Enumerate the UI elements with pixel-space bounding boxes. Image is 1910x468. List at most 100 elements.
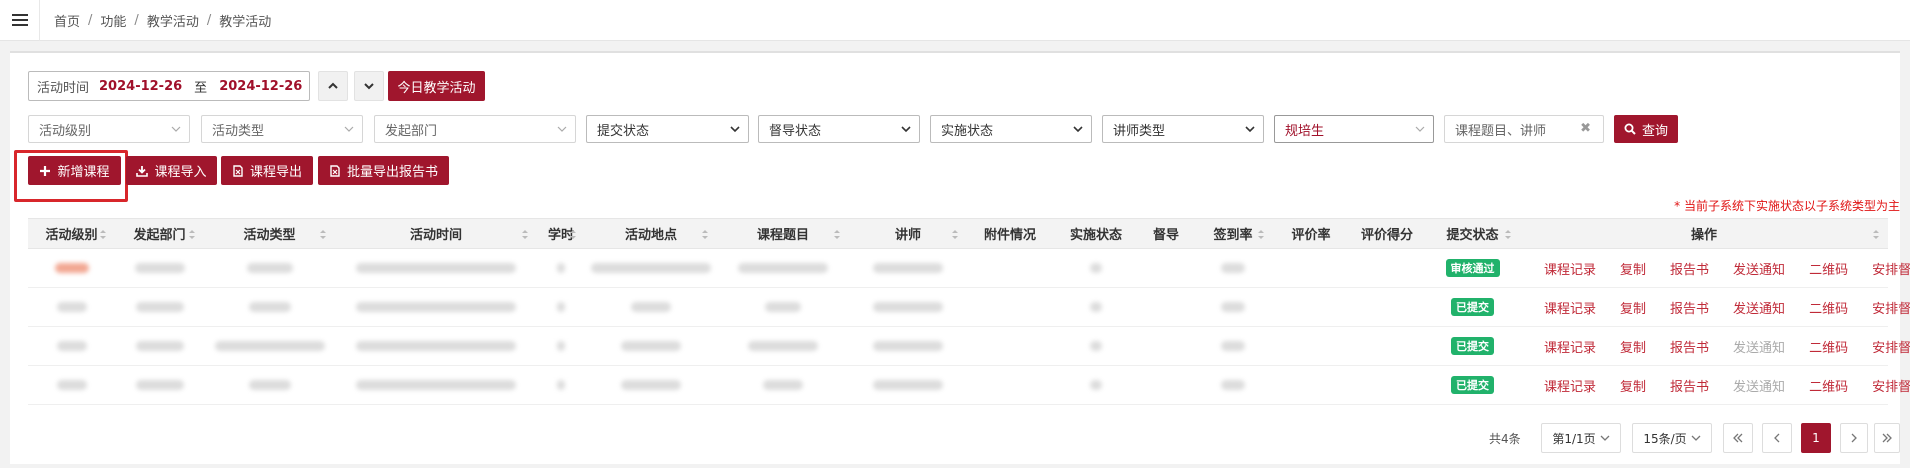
page-size-text: 15条/页: [1643, 431, 1687, 446]
col-header-signin-rate[interactable]: 签到率: [1193, 219, 1273, 248]
chevron-down-icon: [171, 126, 181, 132]
arrange-supervise-link[interactable]: 安排督导: [1872, 376, 1910, 395]
col-header-level[interactable]: 活动级别: [28, 219, 115, 248]
activity-type-select[interactable]: 活动类型: [201, 115, 363, 143]
send-notice-link[interactable]: 发送通知: [1733, 298, 1785, 317]
breadcrumb-home[interactable]: 首页: [54, 11, 80, 30]
col-header-teacher[interactable]: 讲师: [849, 219, 967, 248]
query-button[interactable]: 查询: [1614, 115, 1678, 143]
copy-link[interactable]: 复制: [1620, 376, 1646, 395]
breadcrumb-function[interactable]: 功能: [100, 11, 126, 30]
batch-export-label: 批量导出报告书: [346, 165, 438, 180]
course-record-link[interactable]: 课程记录: [1544, 259, 1596, 278]
teacher-type-select[interactable]: 讲师类型: [1102, 115, 1264, 143]
qrcode-link[interactable]: 二维码: [1809, 259, 1848, 278]
add-course-button[interactable]: 新增课程: [28, 156, 121, 185]
file-export-icon: [330, 164, 340, 177]
total-count: 共4条: [1489, 432, 1521, 446]
submit-status-select[interactable]: 提交状态: [586, 115, 749, 143]
export-course-button[interactable]: 课程导出: [221, 156, 313, 185]
page-select[interactable]: 第1/1页: [1541, 423, 1621, 453]
report-link[interactable]: 报告书: [1670, 298, 1709, 317]
teacher-type-text: 讲师类型: [1113, 123, 1166, 139]
table-header: 活动级别 发起部门 活动类型 活动时间 学时 活动地点 课程题目 讲师 附件情况…: [28, 218, 1888, 249]
chevron-down-icon: [1073, 126, 1083, 133]
sort-icon: [570, 230, 576, 239]
col-header-time[interactable]: 活动时间: [335, 219, 537, 248]
col-header-attachments: 附件情况: [983, 228, 1036, 243]
qrcode-link[interactable]: 二维码: [1809, 376, 1848, 395]
batch-export-report-button[interactable]: 批量导出报告书: [318, 156, 449, 185]
col-header-supervise: 督导: [1152, 228, 1179, 243]
supervise-status-select[interactable]: 督导状态: [758, 115, 920, 143]
send-notice-link[interactable]: 发送通知: [1733, 376, 1785, 395]
activity-level-select[interactable]: 活动级别: [28, 115, 190, 143]
col-header-dept[interactable]: 发起部门: [115, 219, 204, 248]
query-button-label: 查询: [1641, 123, 1668, 139]
col-header-course-title[interactable]: 课程题目: [717, 219, 849, 248]
table-row: 已提交 课程记录 复制 报告书 发送通知 二维码 安排督导: [28, 327, 1910, 366]
arrange-supervise-link[interactable]: 安排督导: [1872, 298, 1910, 317]
status-badge: 已提交: [1451, 298, 1494, 316]
col-header-submit-status[interactable]: 提交状态: [1425, 219, 1520, 248]
chevron-up-icon: [328, 82, 338, 89]
col-header-hours[interactable]: 学时: [537, 219, 585, 248]
send-notice-link[interactable]: 发送通知: [1733, 259, 1785, 278]
double-chevron-left-icon: [1733, 433, 1743, 443]
date-range-picker[interactable]: 活动时间 2024-12-26 至 2024-12-26: [28, 71, 310, 101]
clear-icon[interactable]: ✖: [1580, 121, 1591, 136]
qrcode-link[interactable]: 二维码: [1809, 298, 1848, 317]
first-page-button[interactable]: [1723, 423, 1753, 453]
page-size-select[interactable]: 15条/页: [1632, 423, 1712, 453]
dept-select[interactable]: 发起部门: [374, 115, 576, 143]
col-header-eval-rate: 评价率: [1291, 228, 1331, 243]
today-activity-button[interactable]: 今日教学活动: [388, 71, 485, 101]
system-notice: * 当前子系统下实施状态以子系统类型为主: [1674, 199, 1900, 213]
search-input[interactable]: 课程题目、讲师 ✖: [1444, 115, 1604, 143]
export-course-label: 课程导出: [249, 165, 302, 180]
col-header-type[interactable]: 活动类型: [204, 219, 335, 248]
status-badge: 已提交: [1451, 337, 1494, 355]
last-page-button[interactable]: [1874, 423, 1900, 453]
trainee-select[interactable]: 规培生: [1274, 115, 1434, 143]
breadcrumb: 首页 / 功能 / 教学活动 / 教学活动: [54, 11, 272, 30]
plus-icon: [40, 165, 51, 176]
sort-icon: [1258, 230, 1264, 239]
status-badge: 审核通过: [1445, 259, 1500, 277]
col-header-impl-status: 实施状态: [1069, 228, 1122, 243]
chevron-down-icon: [557, 126, 567, 132]
impl-status-select[interactable]: 实施状态: [930, 115, 1092, 143]
course-record-link[interactable]: 课程记录: [1544, 298, 1596, 317]
course-record-link[interactable]: 课程记录: [1544, 337, 1596, 356]
import-course-button[interactable]: 课程导入: [126, 156, 217, 185]
sort-icon: [952, 230, 958, 239]
search-placeholder: 课程题目、讲师: [1455, 123, 1547, 139]
arrange-supervise-link[interactable]: 安排督导: [1872, 337, 1910, 356]
file-export-icon: [233, 164, 243, 177]
report-link[interactable]: 报告书: [1670, 376, 1709, 395]
prev-day-button[interactable]: [318, 71, 348, 101]
send-notice-link[interactable]: 发送通知: [1733, 337, 1785, 356]
qrcode-link[interactable]: 二维码: [1809, 337, 1848, 356]
copy-link[interactable]: 复制: [1620, 337, 1646, 356]
page-1-button[interactable]: 1: [1801, 423, 1831, 453]
sort-icon: [834, 230, 840, 239]
top-bar: 首页 / 功能 / 教学活动 / 教学活动: [0, 0, 1910, 41]
copy-link[interactable]: 复制: [1620, 259, 1646, 278]
report-link[interactable]: 报告书: [1670, 337, 1709, 356]
add-course-label: 新增课程: [57, 165, 110, 180]
arrange-supervise-link[interactable]: 安排督导: [1872, 259, 1910, 278]
copy-link[interactable]: 复制: [1620, 298, 1646, 317]
course-record-link[interactable]: 课程记录: [1544, 376, 1596, 395]
menu-toggle-button[interactable]: [0, 0, 40, 41]
next-page-button[interactable]: [1840, 423, 1868, 453]
chevron-down-icon: [364, 83, 374, 90]
sort-icon: [320, 230, 326, 239]
col-header-location[interactable]: 活动地点: [585, 219, 717, 248]
next-day-button[interactable]: [354, 71, 384, 101]
breadcrumb-teaching[interactable]: 教学活动: [147, 11, 199, 30]
sort-icon: [189, 230, 195, 239]
page-select-text: 第1/1页: [1552, 431, 1596, 446]
report-link[interactable]: 报告书: [1670, 259, 1709, 278]
prev-page-button[interactable]: [1762, 423, 1792, 453]
